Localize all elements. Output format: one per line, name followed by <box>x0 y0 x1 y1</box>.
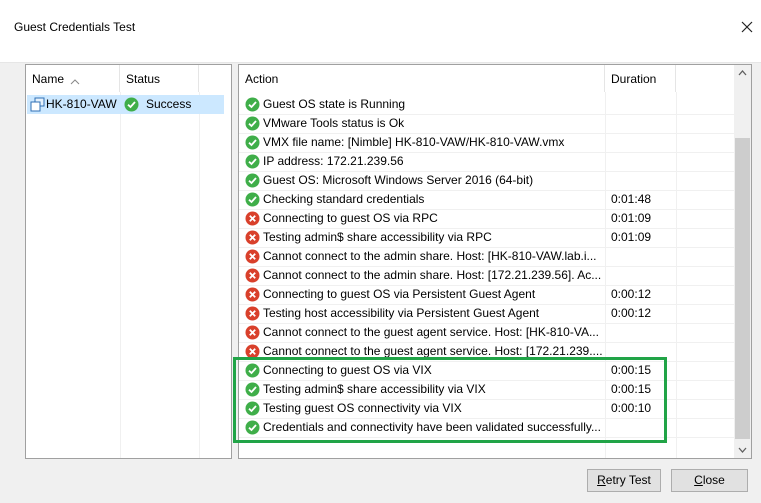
log-row[interactable]: Cannot connect to the admin share. Host:… <box>239 266 736 285</box>
log-action: Checking standard credentials <box>263 192 425 206</box>
retry-test-label: etry Test <box>605 473 651 487</box>
log-action: Connecting to guest OS via Persistent Gu… <box>263 287 536 301</box>
x-circle-icon <box>245 249 260 264</box>
check-circle-icon <box>245 116 260 131</box>
x-circle-icon <box>245 287 260 302</box>
log-row[interactable]: Connecting to guest OS via Persistent Gu… <box>239 285 736 304</box>
log-action: Testing admin$ share accessibility via R… <box>263 230 492 244</box>
check-circle-icon <box>124 97 139 112</box>
x-circle-icon <box>245 306 260 321</box>
x-circle-icon <box>245 211 260 226</box>
check-circle-icon <box>245 173 260 188</box>
column-header-status-label: Status <box>126 72 161 86</box>
column-header-action-label: Action <box>245 72 279 86</box>
log-duration: 0:00:12 <box>611 287 652 301</box>
log-action: Guest OS: Microsoft Windows Server 2016 … <box>263 173 534 187</box>
log-row[interactable]: IP address: 172.21.239.56 <box>239 152 736 171</box>
column-header-empty <box>199 65 231 92</box>
close-button[interactable]: Close <box>671 469 748 492</box>
column-header-action[interactable]: Action <box>239 65 605 92</box>
log-duration: 0:01:09 <box>611 211 652 225</box>
close-label-accel: C <box>694 473 703 487</box>
log-row[interactable]: Cannot connect to the guest agent servic… <box>239 323 736 342</box>
log-row[interactable]: Testing admin$ share accessibility via R… <box>239 228 736 247</box>
vm-row[interactable]: HK-810-VAW Success <box>26 95 223 114</box>
sort-up-icon <box>70 67 80 85</box>
log-duration <box>611 171 673 190</box>
column-header-duration[interactable]: Duration <box>605 65 676 92</box>
scroll-thumb[interactable] <box>735 138 750 439</box>
green-highlight-box <box>233 357 667 443</box>
window-title: Guest Credentials Test <box>14 20 136 34</box>
log-action: Testing host accessibility via Persisten… <box>263 306 540 320</box>
check-circle-icon <box>245 135 260 150</box>
log-row[interactable]: Cannot connect to the admin share. Host:… <box>239 247 736 266</box>
log-row[interactable]: Connecting to guest OS via RPC 0:01:09 <box>239 209 736 228</box>
column-header-empty <box>676 65 736 92</box>
log-duration: 0:00:12 <box>611 306 652 320</box>
log-row[interactable]: Checking standard credentials 0:01:48 <box>239 190 736 209</box>
log-duration <box>611 323 673 342</box>
check-circle-icon <box>245 154 260 169</box>
column-header-status[interactable]: Status <box>120 65 199 92</box>
check-circle-icon <box>245 192 260 207</box>
retry-test-label-accel: R <box>597 473 606 487</box>
x-circle-icon <box>245 325 260 340</box>
log-duration: 0:01:48 <box>611 192 652 206</box>
column-header-name[interactable]: Name <box>26 65 120 92</box>
log-duration: 0:01:09 <box>611 230 652 244</box>
scroll-up-arrow[interactable] <box>734 65 751 82</box>
log-duration <box>611 247 673 266</box>
log-duration <box>611 266 673 285</box>
log-action: Connecting to guest OS via RPC <box>263 211 438 225</box>
scroll-down-arrow[interactable] <box>734 441 751 458</box>
log-duration <box>611 152 673 171</box>
vm-icon <box>30 97 45 112</box>
column-header-name-label: Name <box>32 72 65 86</box>
vm-list: Name Status HK-810-VAW Success <box>25 64 232 459</box>
log-duration <box>611 133 673 152</box>
grid-line <box>120 92 121 458</box>
x-circle-icon <box>245 268 260 283</box>
close-label: lose <box>702 473 725 487</box>
retry-test-button[interactable]: Retry Test <box>587 469 661 492</box>
log-row[interactable]: VMware Tools status is Ok <box>239 114 736 133</box>
vertical-scrollbar[interactable] <box>734 65 751 458</box>
log-action: Guest OS state is Running <box>263 97 406 111</box>
vm-status: Success <box>146 97 192 111</box>
log-duration <box>611 95 673 114</box>
log-row[interactable]: Guest OS state is Running <box>239 95 736 114</box>
vm-name: HK-810-VAW <box>46 97 117 111</box>
title-bar: Guest Credentials Test <box>0 0 761 62</box>
log-row[interactable]: VMX file name: [Nimble] HK-810-VAW/HK-81… <box>239 133 736 152</box>
log-action: IP address: 172.21.239.56 <box>263 154 404 168</box>
log-row[interactable]: Guest OS: Microsoft Windows Server 2016 … <box>239 171 736 190</box>
grid-line <box>199 92 200 458</box>
x-circle-icon <box>245 230 260 245</box>
log-action: Cannot connect to the admin share. Host:… <box>263 249 597 263</box>
log-duration <box>611 114 673 133</box>
log-action: VMware Tools status is Ok <box>263 116 405 130</box>
log-action: Cannot connect to the admin share. Host:… <box>263 268 602 282</box>
log-action: VMX file name: [Nimble] HK-810-VAW/HK-81… <box>263 135 565 149</box>
column-header-duration-label: Duration <box>611 72 657 86</box>
close-icon[interactable] <box>740 20 756 36</box>
check-circle-icon <box>245 97 260 112</box>
log-row[interactable]: Testing host accessibility via Persisten… <box>239 304 736 323</box>
log-action: Cannot connect to the guest agent servic… <box>263 325 599 339</box>
